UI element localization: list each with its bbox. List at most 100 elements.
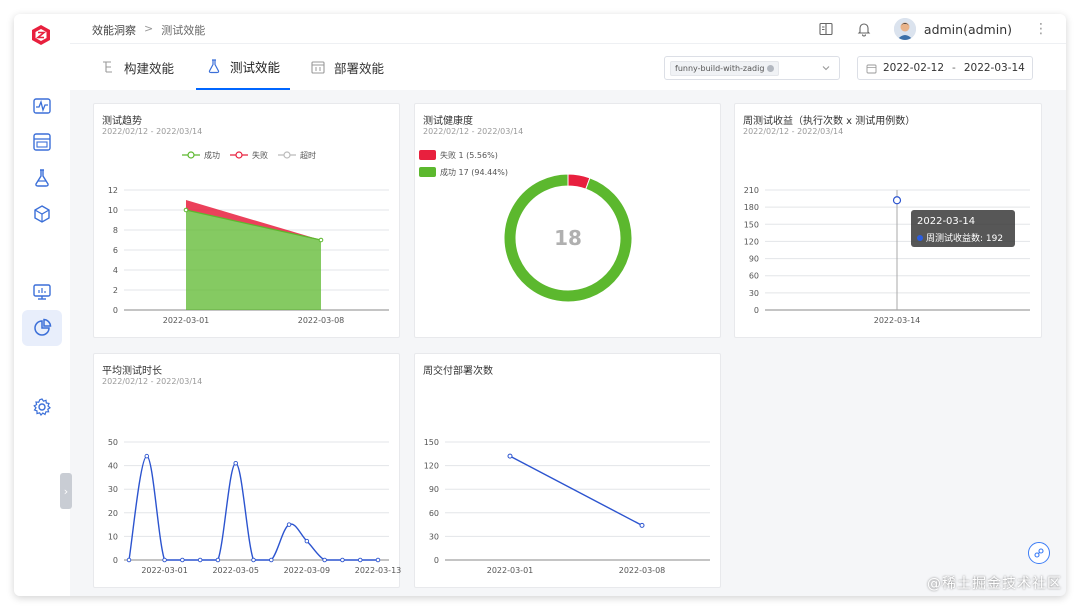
y-tick-label: 0 [434,556,439,565]
y-tick-label: 60 [429,509,439,518]
legend-marker [187,151,195,159]
data-point [639,522,645,528]
app-window: › 效能洞察 > 测试效能 admin(admin) ⋮ 构建效能 测试效能 部… [14,14,1066,596]
card-test-trend: 0 2 4 6 8 10 12 2022-03-01 2022-03-08 成功 失败 超时 测试趋势… [93,103,400,338]
y-tick-label: 8 [113,226,118,235]
package-icon[interactable] [32,204,52,224]
tag-close-icon[interactable] [767,65,775,72]
breadcrumb-separator: > [144,22,154,35]
gear-icon[interactable] [32,397,52,417]
project-tag: funny-build-with-zadig [670,61,780,76]
donut-center-label: 18 [554,226,582,250]
bell-icon[interactable] [856,21,872,37]
x-tick-label: 2022-03-01 [141,566,188,575]
data-point [322,557,327,563]
test-trend-chart: 0 2 4 6 8 10 12 2022-03-01 2022-03-08 成功 失败 超时 [108,150,389,325]
tab-test[interactable]: 测试效能 [196,44,291,90]
data-point [375,557,381,563]
top-bar: 效能洞察 > 测试效能 admin(admin) ⋮ [70,14,1066,44]
monitor-icon[interactable] [32,282,52,302]
tab-bar: 构建效能 测试效能 部署效能 funny-build-with-zadig 20… [70,44,1066,90]
data-point [892,196,902,205]
breadcrumb-current: 测试效能 [161,24,206,37]
weekly-deploy-chart: 0 30 60 90 120 150 2022-03-01 2022-03-08 [424,438,710,575]
data-point [233,460,238,466]
sidebar: › [14,14,72,596]
project-tag-label: funny-build-with-zadig [675,64,765,73]
card-avg-duration: 0 10 20 30 40 50 2022-03-01 2022-03-05 2022-03-0… [93,353,401,588]
series-line [509,455,643,527]
x-tick-label: 2022-03-09 [284,566,331,575]
tab-deploy-label: 部署效能 [334,60,385,76]
legend-label: 成功 17 (94.44%) [440,167,508,177]
more-menu-icon[interactable]: ⋮ [1034,21,1048,37]
calendar-icon [866,64,877,73]
y-tick-label: 50 [108,438,118,447]
data-point [197,557,203,563]
y-tick-label: 30 [429,532,439,541]
y-tick-label: 120 [424,462,439,471]
y-tick-label: 90 [749,255,759,264]
y-tick-label: 0 [113,556,118,565]
test-health-chart: 18 失败 1 (5.56%) 成功 17 (94.44%) [419,150,633,303]
legend-label: 失败 [252,150,268,160]
card-weekly-benefit: 0 30 60 90 120 150 180 210 2022-03-14 2022-03-14 周… [734,103,1042,338]
sidebar-collapse-handle[interactable]: › [60,473,72,509]
data-point [286,522,292,527]
x-tick-label: 2022-03-14 [874,316,921,325]
username[interactable]: admin(admin) [924,22,1012,37]
x-tick-label: 2022-03-01 [487,566,534,575]
data-point [144,453,150,459]
link-icon [1034,548,1044,558]
y-tick-label: 180 [744,203,759,212]
breadcrumb-root[interactable]: 效能洞察 [92,22,136,38]
avg-duration-chart: 0 10 20 30 40 50 2022-03-01 2022-03-05 2022-03-0… [108,438,401,575]
x-tick-label: 2022-03-08 [298,316,345,325]
card-subtitle: 2022/02/12 - 2022/03/14 [102,127,203,136]
y-tick-label: 60 [749,272,759,281]
zadig-logo-icon[interactable] [30,24,52,46]
tab-test-label: 测试效能 [230,59,281,75]
y-tick-label: 12 [108,186,118,195]
calendar-icon [311,61,325,74]
project-icon[interactable] [32,132,52,152]
y-tick-label: 210 [744,186,759,195]
x-tick-label: 2022-03-13 [355,566,401,575]
x-tick-label: 2022-03-05 [212,566,259,575]
data-point [507,453,513,459]
date-separator: - [952,62,956,74]
data-point [215,557,221,563]
card-title: 平均测试时长 [102,366,162,377]
book-icon[interactable] [818,21,834,37]
legend-marker [283,151,291,159]
y-tick-label: 10 [108,206,118,215]
data-point [340,557,345,563]
weekly-benefit-chart: 0 30 60 90 120 150 180 210 2022-03-14 2022-03-14 周… [744,186,1030,325]
card-subtitle: 2022/02/12 - 2022/03/14 [743,127,844,136]
avatar[interactable] [893,18,916,40]
tooltip-marker [917,235,923,241]
activity-icon[interactable] [32,96,52,116]
flask-icon[interactable] [32,168,52,188]
legend-marker [235,151,243,159]
card-title: 测试健康度 [423,116,473,127]
pie-chart-icon[interactable] [32,318,52,338]
build-icon [103,61,112,73]
date-end: 2022-03-14 [963,62,1025,74]
tab-build[interactable]: 构建效能 [90,44,184,90]
legend-swatch [419,150,436,160]
series-line [128,455,378,561]
date-range-picker[interactable]: 2022-02-12 - 2022-03-14 [857,56,1033,80]
legend-swatch [419,167,436,177]
data-point [162,557,167,563]
project-select[interactable]: funny-build-with-zadig [664,56,840,80]
help-fab[interactable] [1028,542,1050,564]
data-point [251,557,256,563]
breadcrumb: 效能洞察 > 测试效能 [92,22,205,38]
y-tick-label: 4 [113,266,118,275]
data-point [180,557,185,563]
date-start: 2022-02-12 [883,62,945,74]
tab-deploy[interactable]: 部署效能 [300,44,394,90]
y-tick-label: 6 [113,246,118,255]
tooltip-title: 2022-03-14 [917,216,975,227]
